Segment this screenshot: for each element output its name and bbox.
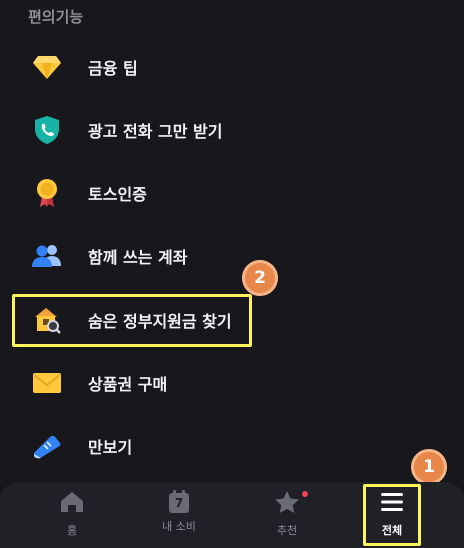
- envelope-icon: [30, 366, 64, 400]
- tab-my-spending[interactable]: 7 내 소비: [144, 490, 214, 542]
- menu-item-block-ad-calls[interactable]: 광고 전화 그만 받기: [30, 108, 430, 152]
- tab-recommend[interactable]: 추천: [252, 490, 322, 542]
- sneaker-icon: [30, 429, 64, 463]
- section-title: 편의기능: [28, 8, 84, 26]
- notification-dot: [302, 491, 308, 497]
- menu-item-finance-tips[interactable]: 금융 팁: [30, 45, 430, 89]
- star-icon: [274, 490, 300, 518]
- menu-item-label: 만보기: [88, 438, 133, 457]
- step-badge-2: 2: [242, 260, 278, 296]
- tab-label: 추천: [276, 524, 298, 537]
- menu-item-toss-auth[interactable]: 토스인증: [30, 171, 430, 215]
- tab-home[interactable]: 홈: [37, 490, 107, 542]
- step-badge-1: 1: [411, 449, 447, 485]
- tab-highlight-box: [363, 484, 421, 546]
- menu-item-shared-account[interactable]: 함께 쓰는 계좌: [30, 234, 430, 278]
- shield-phone-icon: [30, 113, 64, 147]
- menu-item-label: 금융 팁: [88, 59, 138, 78]
- diamond-icon: [30, 50, 64, 84]
- menu-item-pedometer[interactable]: 만보기: [30, 424, 430, 468]
- people-icon: [30, 239, 64, 273]
- menu-item-label: 토스인증: [88, 185, 147, 204]
- tab-label: 내 소비: [162, 520, 196, 533]
- medal-icon: [30, 176, 64, 210]
- calendar-icon: 7: [167, 490, 191, 514]
- menu-item-label: 상품권 구매: [88, 375, 168, 394]
- home-icon: [59, 490, 85, 518]
- highlight-box: [12, 294, 252, 347]
- menu-item-label: 광고 전화 그만 받기: [88, 122, 223, 141]
- menu-item-label: 함께 쓰는 계좌: [88, 248, 188, 267]
- tab-label: 홈: [66, 524, 78, 537]
- menu-item-buy-gift-card[interactable]: 상품권 구매: [30, 361, 430, 405]
- calendar-day-text: 7: [174, 496, 184, 510]
